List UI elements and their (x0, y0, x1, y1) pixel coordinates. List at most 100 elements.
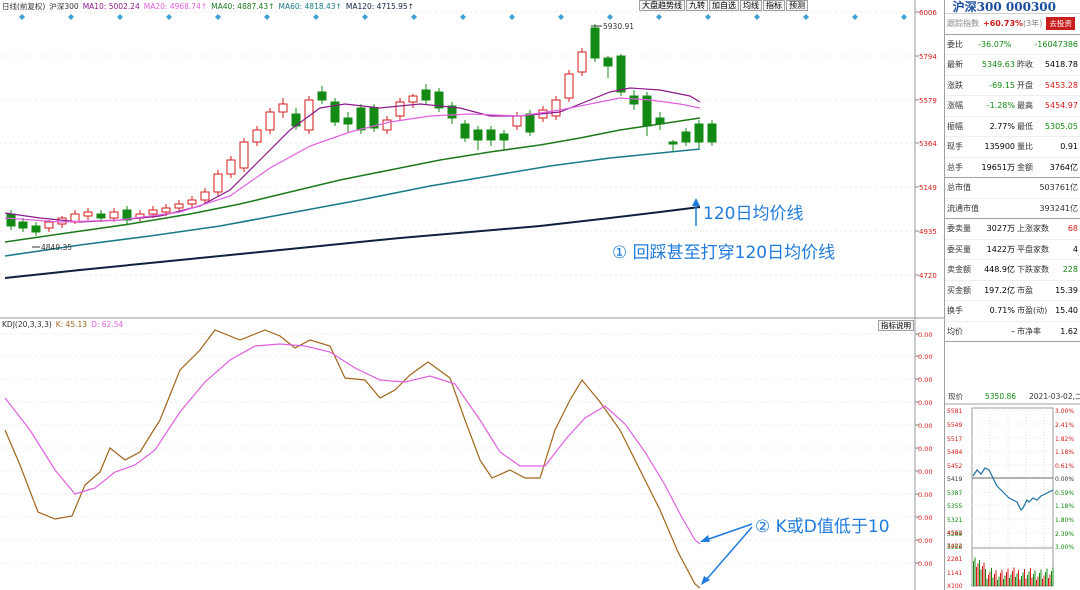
toolbar-button[interactable]: 预测 (786, 0, 808, 11)
quote-value: 3764亿 (1049, 162, 1078, 172)
quote-row: 委比 -36.07% -16047386 (945, 35, 1080, 55)
mini-right-tick: 0.59% (1055, 490, 1074, 497)
candle (603, 56, 613, 78)
candle (590, 24, 600, 62)
candle (694, 120, 704, 148)
volume-bar (1039, 573, 1040, 586)
signal-diamond (754, 14, 760, 20)
candle (317, 86, 327, 104)
candle (122, 206, 132, 224)
volume-bar (1031, 577, 1033, 586)
toolbar-button[interactable]: 指标 (763, 0, 785, 11)
kdj-tick-label: 0.00 (918, 353, 932, 361)
candle (304, 96, 314, 134)
ma-legend-item: MA60: 4818.43↑ (278, 2, 342, 11)
quote-label: 平盘家数 (1017, 244, 1049, 254)
cap-value: 393241亿 (1039, 203, 1078, 213)
candle (577, 48, 587, 76)
quote-row: 现手 135900 量比 0.91 (945, 137, 1080, 158)
signal-diamond (117, 14, 123, 20)
mini-right-tick: 2.39% (1055, 531, 1074, 538)
quote-value: 1.62 (1060, 326, 1078, 336)
volume-bar (1001, 569, 1003, 586)
quote-row: 涨跌 -69.15 开盘 5453.28 (945, 76, 1080, 96)
quote-value: -16047386 (1034, 39, 1078, 49)
kdj-tick-label: 0.00 (918, 514, 932, 522)
quote-label: 最高 (1017, 101, 1033, 111)
kdj-tick-label: 0.00 (918, 537, 932, 545)
kdj-tick-label: 0.00 (918, 491, 932, 499)
volume-bar (1037, 576, 1039, 586)
quote-row: 最新 5349.63 昨收 5418.78 (945, 55, 1080, 76)
kdj-tick-label: 0.00 (918, 422, 932, 430)
chart-area[interactable]: 6006 5794 5579 5364 5149 4935 4720 5930.91 4849.… (0, 0, 944, 590)
volume-bar (1036, 580, 1037, 586)
candle (382, 116, 392, 134)
quote-row: 买金额 197.2亿 市盈 15.39 (945, 281, 1080, 301)
low-price-label: 4849.35 (41, 243, 72, 252)
volume-bar (1010, 574, 1012, 586)
volume-bar (979, 560, 980, 586)
price-tick-label: 5149 (919, 184, 937, 192)
quote-value: 15.40 (1055, 306, 1078, 316)
kdj-legend-item: K: 45.13 (55, 320, 88, 329)
quote-value: 3027万 (986, 224, 1015, 234)
volume-bar (1007, 568, 1009, 586)
kdj-tick-label: 0.00 (918, 468, 932, 476)
quote-row: 委买量 1422万 平盘家数 4 (945, 240, 1080, 260)
mini-right-tick: 2.41% (1055, 422, 1074, 429)
annotation-kd-below-10: ② K或D值低于10 (755, 517, 890, 537)
intraday-minichart[interactable]: 现价 5350.86 2021-03-02,二 5581 3.00% 5549 2.41% 5… (945, 390, 1080, 590)
volume-bar (1025, 578, 1027, 586)
kdj-tick-label: 0.00 (918, 399, 932, 407)
price-tick-label: 4935 (919, 228, 937, 236)
candle (473, 126, 483, 150)
toolbar-button[interactable]: 九转 (686, 0, 708, 11)
follow-period: (3年) (1023, 19, 1043, 29)
chart-canvas[interactable]: 6006 5794 5579 5364 5149 4935 4720 5930.91 4849.… (0, 0, 944, 590)
kdj-tick-label: 0.00 (918, 560, 932, 568)
invest-button[interactable]: 去投资 (1046, 17, 1075, 31)
mini-left-tick: 5387 (947, 490, 962, 497)
quote-row: 卖金额 448.9亿 下跌家数 228 (945, 260, 1080, 281)
price-tick-label: 4720 (919, 272, 937, 280)
follow-index-row: 跟踪指数 +60.73% (3年) 去投资 (945, 14, 1080, 35)
signal-diamond (901, 14, 907, 20)
quote-rows-mid: 委卖量 3027万 上涨家数 68 委买量 1422万 平盘家数 4 卖金额 448.9亿 下跌家数… (945, 219, 1080, 342)
toolbar-button[interactable]: 大盘趋势线 (639, 0, 685, 11)
quote-label: 最新 (947, 60, 963, 70)
mini-left-tick: 5484 (947, 449, 962, 456)
quote-label: 均价 (947, 326, 963, 336)
volume-bar (1045, 572, 1046, 586)
candle (330, 98, 340, 126)
volume-bar (977, 563, 979, 586)
signal-diamond (19, 14, 25, 20)
volume-bar (1034, 570, 1036, 586)
volume-bar (1015, 577, 1016, 586)
quote-value: – (1011, 326, 1015, 336)
candle (343, 112, 353, 132)
intraday-canvas[interactable]: 现价 5350.86 2021-03-02,二 5581 3.00% 5549 2.41% 5… (945, 390, 1080, 590)
quote-label: 最低 (1017, 121, 1033, 131)
toolbar-button[interactable]: 均线 (740, 0, 762, 11)
toolbar-button[interactable]: 加自选 (709, 0, 739, 11)
volume-bar (1028, 571, 1030, 586)
volume-bar (1013, 567, 1015, 586)
candle (499, 130, 509, 150)
quote-row: 均价 – 市净率 1.62 (945, 322, 1080, 342)
quote-label: 现手 (947, 142, 963, 152)
mini-volume-tick: 2281 (947, 556, 962, 563)
candle (135, 210, 145, 222)
candle (668, 140, 678, 152)
ma-legend-item: 日线(前复权) (2, 2, 46, 11)
ma-legend-item: MA10: 5002.24 (82, 2, 140, 11)
indicator-help-button[interactable]: 指标说明 (878, 320, 914, 331)
quote-row: 换手 0.71% 市盈(动) 15.40 (945, 301, 1080, 322)
mini-volume-tick: 4562 (947, 530, 962, 537)
quote-label: 买金额 (947, 285, 971, 295)
quote-value: 1422万 (986, 244, 1015, 254)
mini-left-tick: 5549 (947, 422, 962, 429)
quote-label: 总手 (947, 162, 963, 172)
candle (265, 108, 275, 134)
quote-value: 19651万 (981, 162, 1015, 172)
